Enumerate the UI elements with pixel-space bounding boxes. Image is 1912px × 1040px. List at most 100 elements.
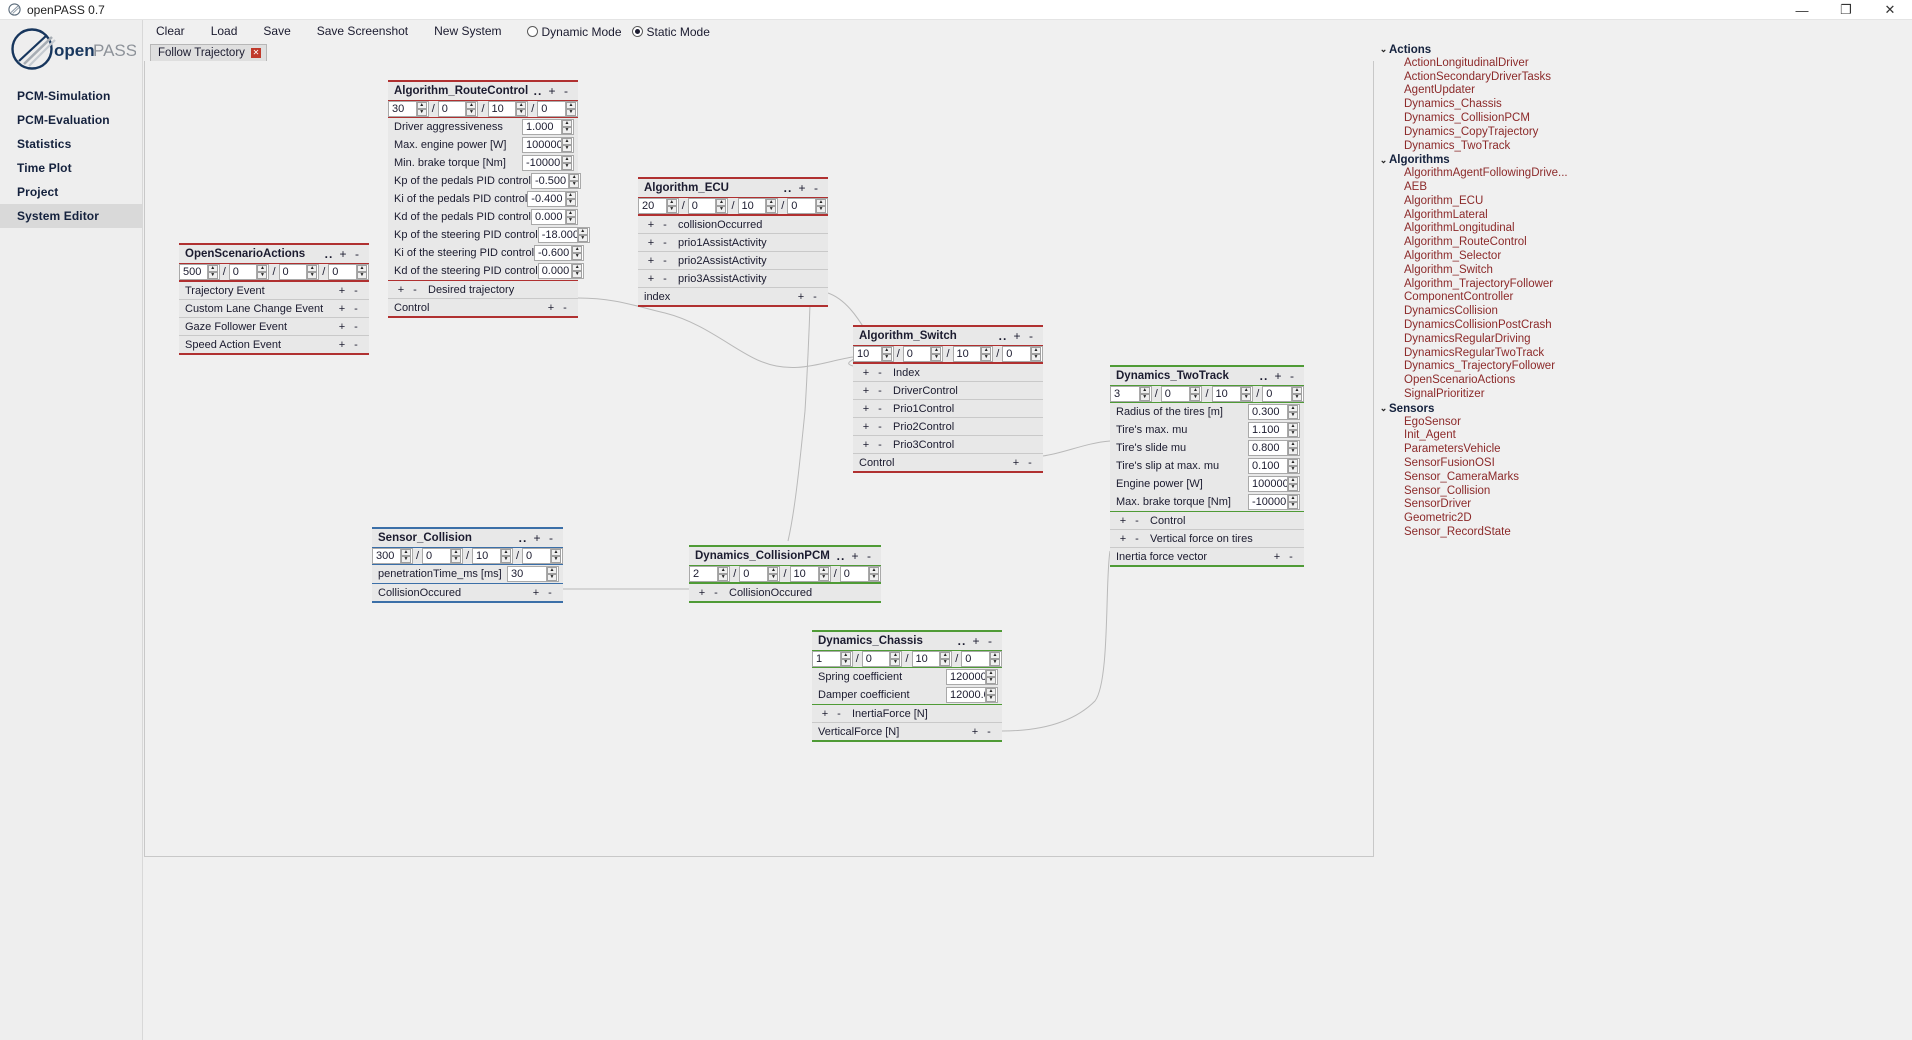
node-dynamics_twotrack[interactable]: Dynamics_TwoTrack.. + -3 ▲ ▼/0 ▲ ▼/10 ▲ ▼/0 ▲ ▼ Rad… [1110,365,1304,567]
port-remove-button[interactable]: - [873,439,887,451]
spinner-down-icon[interactable]: ▼ [566,109,576,116]
spinner-arrows[interactable]: ▲ ▼ [1287,405,1298,419]
spinner-down-icon[interactable]: ▼ [840,659,851,666]
parameter-input[interactable]: 0.100 ▲ ▼ [1248,458,1300,474]
spinner-up-icon[interactable]: ▲ [565,210,576,217]
spinner-up-icon[interactable]: ▲ [416,102,427,109]
spinner-arrows[interactable]: ▲ ▼ [399,549,411,563]
parameter-value[interactable]: 1200000. [947,671,985,683]
tree-item[interactable]: ActionSecondaryDriverTasks [1374,71,1912,85]
cycle-spinner[interactable]: 10 ▲ ▼ [952,346,994,362]
parameter-input[interactable]: -0.400 ▲ ▼ [527,191,578,207]
spinner-up-icon[interactable]: ▲ [551,549,561,556]
port-remove-button[interactable]: - [873,421,887,433]
system-editor-canvas[interactable]: OpenScenarioActions.. + -500 ▲ ▼/0 ▲ ▼/0 ▲ ▼/0 ▲ ▼… [144,61,1374,857]
spinner-up-icon[interactable]: ▲ [1288,423,1298,430]
spinner-up-icon[interactable]: ▲ [931,347,942,354]
port-add-button[interactable]: + [644,255,658,267]
spinner-arrows[interactable]: ▲ ▼ [550,549,561,563]
port-add-button[interactable]: + [859,385,873,397]
spinner-arrows[interactable]: ▲ ▼ [571,246,583,260]
spinner-arrows[interactable]: ▲ ▼ [839,652,851,666]
port-row[interactable]: + - Control [1110,511,1304,529]
sidebar-item-time-plot[interactable]: Time Plot [0,156,142,180]
spinner-down-icon[interactable]: ▼ [931,354,942,361]
node-header[interactable]: OpenScenarioActions.. + - [179,245,369,263]
spinner-arrows[interactable]: ▲ ▼ [1287,495,1298,509]
spinner-value[interactable]: 0 [523,550,550,562]
spinner-arrows[interactable]: ▲ ▼ [985,688,996,702]
port-remove-button[interactable]: - [832,708,846,720]
port-add-button[interactable]: + [859,367,873,379]
port-add-button[interactable]: + [1270,551,1284,563]
node-header[interactable]: Algorithm_RouteControl.. + - [388,82,578,100]
spinner-up-icon[interactable]: ▲ [562,120,572,127]
port-remove-button[interactable]: - [658,237,672,249]
spinner-down-icon[interactable]: ▼ [768,574,779,581]
port-add-button[interactable]: + [335,321,349,333]
tree-item[interactable]: EgoSensor [1374,416,1912,430]
port-row[interactable]: + - InertiaForce [N] [812,704,1002,722]
port-row[interactable]: + - Vertical force on tires [1110,529,1304,547]
spinner-value[interactable]: 0 [689,200,716,212]
spinner-down-icon[interactable]: ▼ [1288,430,1298,437]
port-remove-button[interactable]: - [349,321,363,333]
priority-spinner[interactable]: 2 ▲ ▼ [689,566,731,582]
port-add-button[interactable]: + [644,237,658,249]
tree-item[interactable]: ParametersVehicle [1374,443,1912,457]
tree-item[interactable]: Algorithm_Selector [1374,250,1912,264]
spinner-up-icon[interactable]: ▲ [400,549,411,556]
parameter-input[interactable]: -10000.00▲▼ [1248,494,1300,510]
tree-item[interactable]: DynamicsRegularDriving [1374,333,1912,347]
node-remove-port-button[interactable]: - [350,247,364,261]
cycle-spinner[interactable]: 10 ▲ ▼ [1211,386,1254,402]
node-add-port-button[interactable]: + [1010,329,1024,343]
port-add-button[interactable]: + [644,219,658,231]
port-remove-button[interactable]: - [873,403,887,415]
spinner-down-icon[interactable]: ▼ [562,145,572,152]
node-dynamics_chassis[interactable]: Dynamics_Chassis.. + -1 ▲ ▼/0 ▲ ▼/10 ▲ ▼/0 ▲ ▼ Spri… [812,630,1002,742]
node-algorithm_switch[interactable]: Algorithm_Switch.. + -10 ▲ ▼/0 ▲ ▼/10 ▲ ▼/0 ▲ ▼ + - I… [853,325,1043,473]
spinner-arrows[interactable]: ▲ ▼ [356,265,367,279]
port-add-button[interactable]: + [335,285,349,297]
parameter-input[interactable]: -0.600 ▲ ▼ [534,245,585,261]
spinner-up-icon[interactable]: ▲ [577,228,588,235]
spinner-down-icon[interactable]: ▼ [881,354,892,361]
port-add-button[interactable]: + [859,439,873,451]
spinner-down-icon[interactable]: ▼ [818,574,829,581]
priority-spinner[interactable]: 10 ▲ ▼ [853,346,894,362]
port-row[interactable]: + - CollisionOccured [689,583,881,601]
tree-item[interactable]: AlgorithmAgentFollowingDrive... [1374,167,1912,181]
port-add-button[interactable]: + [529,587,543,599]
spinner-up-icon[interactable]: ▲ [716,199,727,206]
spinner-arrows[interactable]: ▲ ▼ [889,652,901,666]
node-options-button[interactable]: .. [955,634,969,648]
spinner-value[interactable]: 500 [180,266,207,278]
port-row[interactable]: Control + - [853,453,1043,471]
spinner-arrows[interactable]: ▲ ▼ [256,265,268,279]
port-add-button[interactable]: + [695,587,709,599]
spinner-up-icon[interactable]: ▲ [1292,387,1302,394]
spinner-arrows[interactable]: ▲ ▼ [206,265,218,279]
spinner-value[interactable]: 0 [740,568,767,580]
node-options-button[interactable]: .. [996,329,1010,343]
node-openscenarioactions[interactable]: OpenScenarioActions.. + -500 ▲ ▼/0 ▲ ▼/0 ▲ ▼/0 ▲ ▼… [179,243,369,355]
spinner-value[interactable]: 10 [739,200,766,212]
parameter-value[interactable]: -18.000 [539,229,577,241]
tree-item[interactable]: Algorithm_ECU [1374,195,1912,209]
node-algorithm_routecontrol[interactable]: Algorithm_RouteControl.. + -30 ▲ ▼/0 ▲ ▼/10 ▲ ▼ /… [388,80,590,318]
spinner-down-icon[interactable]: ▼ [466,109,477,116]
spinner-arrows[interactable]: ▲ ▼ [564,210,576,224]
port-add-button[interactable]: + [644,273,658,285]
spinner-arrows[interactable]: ▲ ▼ [546,567,557,581]
port-add-button[interactable]: + [1116,515,1130,527]
spinner-value[interactable]: 2 [690,568,717,580]
tree-item[interactable]: DynamicsCollisionPostCrash [1374,319,1912,333]
port-row[interactable]: + - DriverControl [853,381,1043,399]
response-spinner[interactable]: 0 ▲ ▼ [1002,346,1043,362]
spinner-down-icon[interactable]: ▼ [357,272,367,279]
maximize-button[interactable]: ❐ [1824,0,1868,20]
offset-spinner[interactable]: 0 ▲ ▼ [687,198,729,214]
component-library-tree[interactable]: ⌄ Actions ActionLongitudinalDriver ActionSe… [1374,43,1912,857]
port-row[interactable]: + - prio3AssistActivity [638,269,828,287]
